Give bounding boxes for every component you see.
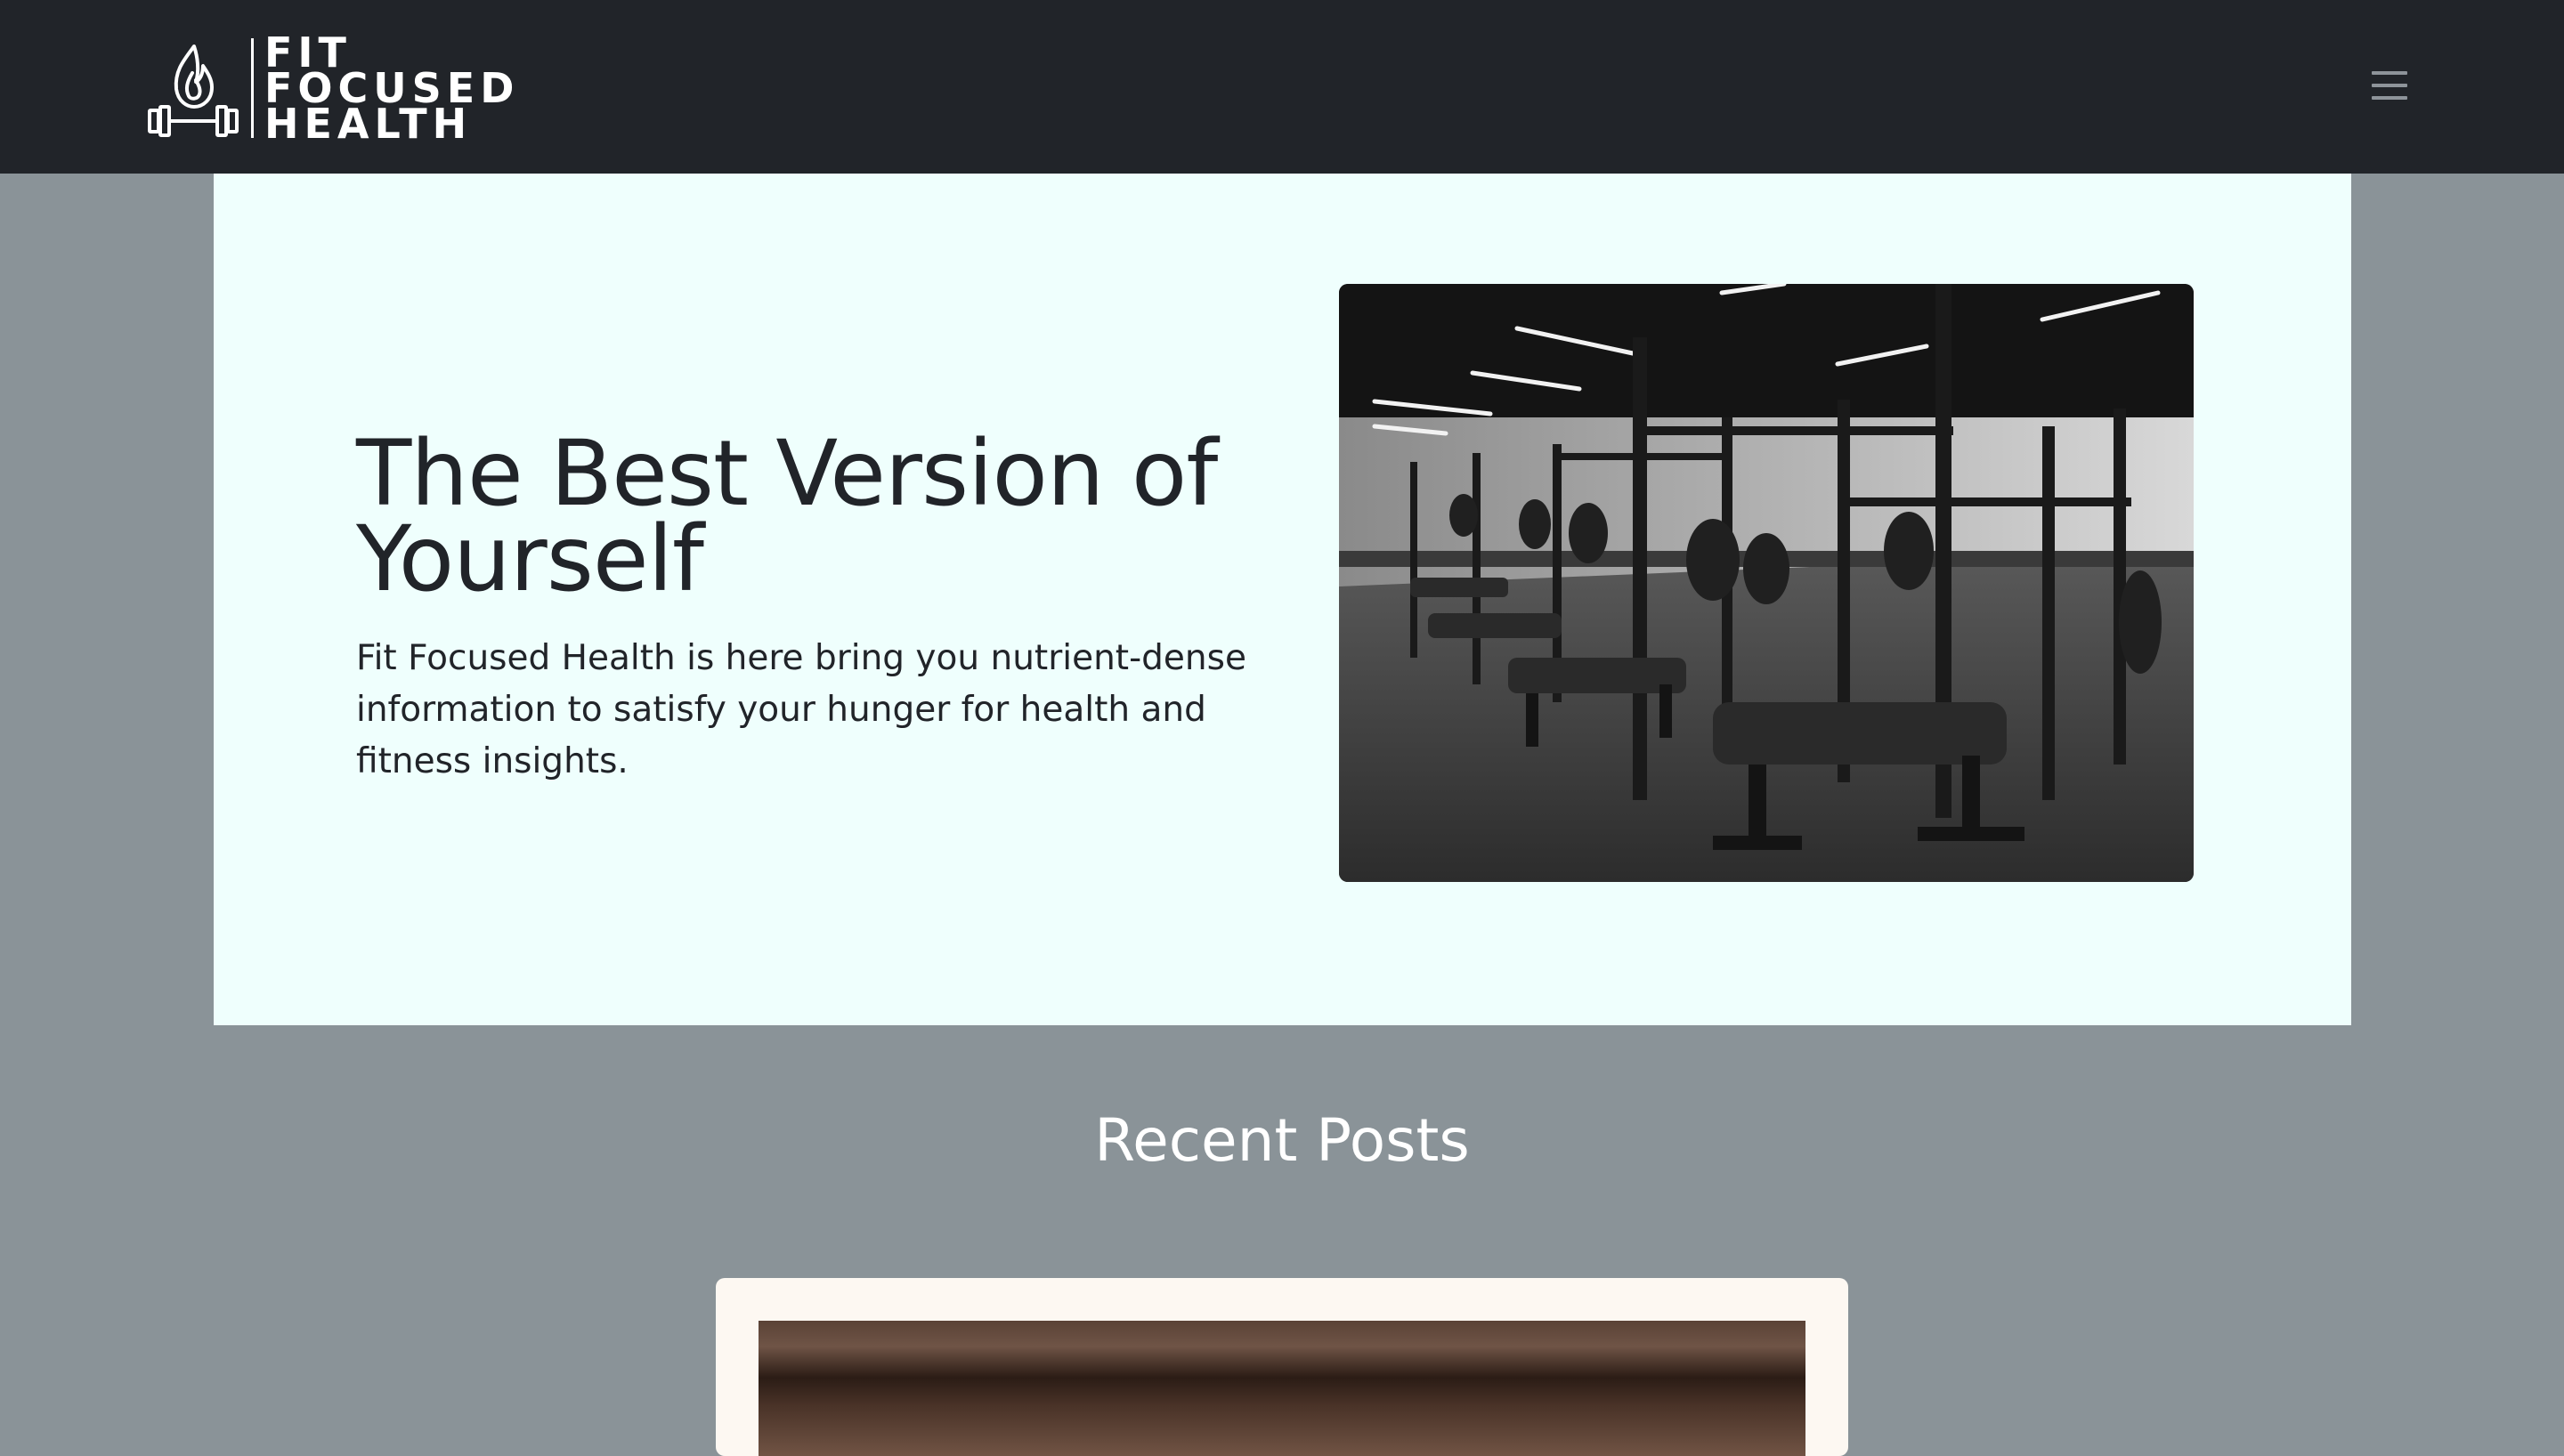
brand-line-health: HEALTH: [264, 100, 473, 148]
brand-divider: [251, 38, 254, 138]
hero-section: The Best Version of Yourself Fit Focused…: [214, 174, 2351, 1025]
brand-logo-link[interactable]: FIT FOCUSED HEALTH: [148, 32, 519, 148]
hero-description: Fit Focused Health is here bring you nut…: [356, 638, 1246, 781]
hamburger-bar-bottom: [2372, 96, 2407, 100]
hamburger-bar-middle: [2372, 84, 2407, 87]
hamburger-menu-icon[interactable]: [2368, 68, 2411, 103]
post-card[interactable]: [716, 1278, 1848, 1456]
flame-barbell-icon: [148, 44, 239, 137]
hamburger-bar-top: [2372, 71, 2407, 75]
post-thumbnail[interactable]: [759, 1321, 1805, 1456]
navbar: FIT FOCUSED HEALTH: [0, 0, 2564, 174]
brand-wordmark: FIT FOCUSED HEALTH: [264, 32, 519, 148]
hero-title: The Best Version of Yourself: [356, 421, 1218, 612]
recent-posts-title: Recent Posts: [1094, 1106, 1470, 1175]
gym-illustration: [1339, 284, 2194, 882]
hero-gym-image: [1339, 284, 2194, 882]
